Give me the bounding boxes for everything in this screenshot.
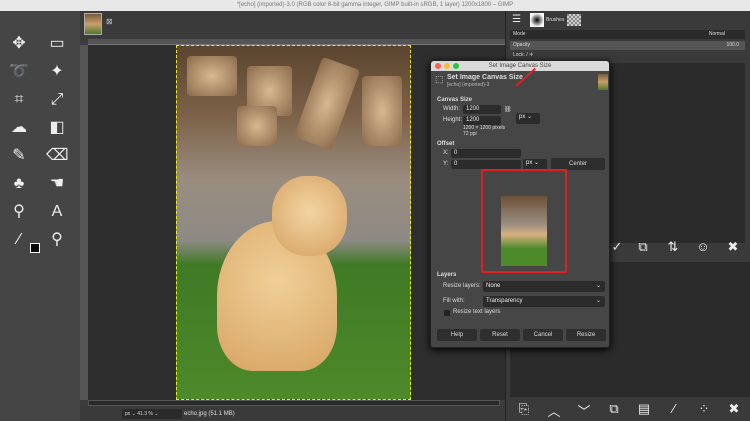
window-title: *[echo] (imported)-3.0 (RGB color 8-bit … [0,0,750,11]
resize-layers-value: None [486,283,501,289]
chain-link-icon[interactable]: ⛓ [504,106,512,113]
offset-unit-value: px [526,160,533,166]
move-tool-icon[interactable]: ✥ [8,33,30,55]
zoom-tool-icon[interactable]: ⚲ [46,229,68,251]
resize-layers-label: Resize layers: [443,283,481,289]
export-icon[interactable]: ▤ [635,401,653,417]
duplicate-icon[interactable]: ⧉ [605,401,623,417]
resize-text-layers-label[interactable]: Resize text layers [453,309,500,315]
color-picker-tool-icon[interactable]: ⁄ [8,229,30,251]
opacity-label: Opacity [513,42,530,48]
image-thumbnail [598,74,608,90]
mask-icon[interactable]: ☺ [694,239,712,254]
rect-select-tool-icon[interactable]: ▭ [46,33,68,55]
width-input[interactable]: 1200 [463,105,501,114]
chevron-down-icon: ⌄ [595,283,601,289]
transform-tool-icon[interactable]: ⤢ [46,89,68,111]
duplicate-layer-icon[interactable]: ⧉ [634,239,652,255]
lasso-tool-icon[interactable]: ➰ [8,61,30,83]
refresh-icon[interactable]: ⁘ [695,401,713,417]
clone-tool-icon[interactable]: ♣ [8,173,30,195]
crop-tool-icon[interactable]: ⌗ [8,89,30,111]
close-window-button[interactable] [435,63,441,69]
new-icon[interactable]: ⎘ [515,401,533,417]
image-canvas[interactable] [176,45,411,400]
fill-with-select[interactable]: Transparency ⌄ [483,296,605,307]
brushes-tab[interactable]: Brushes [546,17,564,23]
resize-text-layers-checkbox[interactable] [444,310,450,316]
minimize-window-button[interactable] [444,63,450,69]
dialog-subheading: [echo] (imported)-3 [447,82,490,88]
x-label: X: [443,150,449,156]
paths-tool-icon[interactable]: ⚲ [8,201,30,223]
delete-layer-icon[interactable]: ✖ [724,239,742,255]
mode-label: Mode [513,31,526,37]
zoom-value[interactable]: 41.3 % [137,411,153,417]
canvas-preview[interactable] [501,196,547,266]
y-offset-input[interactable]: 0 [451,160,521,169]
foreground-color[interactable] [30,243,40,253]
canvas-size-dialog: Set Image Canvas Size ⬚ Set Image Canvas… [430,60,610,348]
resize-button[interactable]: Resize [566,329,606,341]
text-tool-icon[interactable]: A [46,201,68,223]
toolbox: ✥ ▭ ➰ ✦ ⌗ ⤢ ☁ ◧ ✎ ⌫ ♣ ☚ ⚲ A ⁄ ⚲ [0,11,80,421]
reset-button[interactable]: Reset [480,329,520,341]
width-label: Width: [443,106,461,112]
smudge-tool-icon[interactable]: ☚ [46,173,68,195]
anchor-icon[interactable]: ✓ [608,239,626,255]
paintbrush-tool-icon[interactable]: ✎ [8,145,30,167]
lock-position-icon[interactable]: ✛ [529,52,533,58]
image-tab-thumbnail[interactable] [84,13,102,35]
ppi-info: 72 ppi [463,131,477,137]
eraser-tool-icon[interactable]: ⌫ [46,145,69,167]
pattern-preview[interactable] [567,14,581,26]
zoom-window-button[interactable] [453,63,459,69]
resize-canvas-icon: ⬚ [435,74,444,84]
delete-icon[interactable]: ✖ [725,401,743,417]
unit-value: px [125,411,131,417]
unit-select[interactable]: px ⌄ 41.3 % ⌄ [122,409,182,419]
unit-select[interactable]: px ⌄ [516,113,540,124]
brush-preview[interactable] [530,13,544,27]
unit-value: px [519,114,526,120]
image-tabs [80,11,505,39]
edit-icon[interactable]: ⁄ [665,401,683,416]
vertical-ruler [80,45,88,400]
close-tab-icon[interactable]: ⊠ [106,17,113,26]
fill-with-value: Transparency [486,298,523,304]
offset-label: Offset [437,141,455,147]
y-label: Y: [443,161,449,167]
merge-layer-icon[interactable]: ⇅ [664,239,682,255]
lock-label: Lock: [513,52,525,58]
canvas-size-label: Canvas Size [437,97,473,103]
height-input[interactable]: 1200 [463,116,501,125]
dialog-heading: Set Image Canvas Size [447,74,523,81]
cancel-button[interactable]: Cancel [523,329,563,341]
opacity-value[interactable]: 100.0 [726,41,739,50]
resize-layers-select[interactable]: None ⌄ [483,281,605,292]
mode-select[interactable]: Normal [709,30,725,39]
chevron-down-icon: ⌄ [595,298,601,304]
raise-icon[interactable]: ︿ [545,401,563,420]
fill-with-label: Fill with: [443,298,465,304]
bucket-fill-tool-icon[interactable]: ◧ [46,117,68,139]
lower-icon[interactable]: ﹀ [575,401,593,420]
fuzzy-select-tool-icon[interactable]: ✦ [46,61,68,83]
height-label: Height: [443,117,463,123]
layers-label: Layers [437,272,457,278]
x-offset-input[interactable]: 0 [451,149,521,158]
menu-icon[interactable]: ☰ [512,14,526,28]
lock-pixels-icon[interactable]: / [526,52,527,58]
help-button[interactable]: Help [437,329,477,341]
warp-tool-icon[interactable]: ☁ [8,117,30,139]
file-info: echo.jpg (51.1 MB) [184,411,235,417]
